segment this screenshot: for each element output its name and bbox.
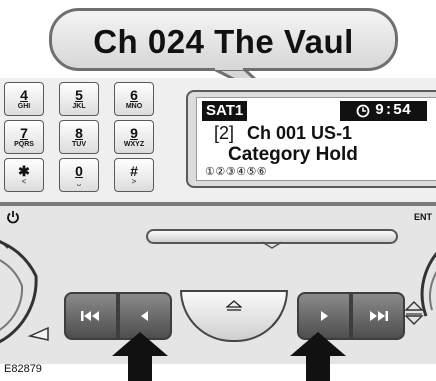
clock-icon <box>356 104 370 118</box>
keypad: 4 GHI 5 JKL 6 MNO 7 PQRS 8 TUV 9 WXYZ ✱ … <box>0 78 178 198</box>
radio-illustration: Ch 024 The Vaul 4 GHI 5 JKL 6 MNO 7 PQRS… <box>0 0 436 381</box>
channel-line: [2] Ch 001 US-1 <box>214 122 434 144</box>
band-badge: SAT1 <box>202 101 248 121</box>
cd-slot-notch <box>261 241 283 249</box>
key-6[interactable]: 6 MNO <box>114 82 154 116</box>
channel-name: Ch 001 US-1 <box>247 123 353 143</box>
step-left-icon <box>141 311 148 321</box>
key-star[interactable]: ✱ < <box>4 158 44 192</box>
eject-icon <box>226 300 242 311</box>
key-8[interactable]: 8 TUV <box>59 120 99 154</box>
clock-time: 9:54 <box>374 102 411 119</box>
arrow-pointer-left <box>112 332 168 381</box>
key-0[interactable]: 0 ⎵ <box>59 158 99 192</box>
skip-forward-icon <box>370 311 388 321</box>
seek-back-button[interactable] <box>64 292 118 340</box>
callout-channel-text: Ch 024 The Vaul <box>93 23 354 60</box>
mode-line: Category Hold <box>228 144 358 165</box>
key-7[interactable]: 7 PQRS <box>4 120 44 154</box>
key-9[interactable]: 9 WXYZ <box>114 120 154 154</box>
power-icon <box>7 211 19 224</box>
skip-back-icon <box>81 311 99 321</box>
key-5[interactable]: 5 JKL <box>59 82 99 116</box>
volume-knob[interactable] <box>0 206 60 356</box>
preset-indicators: ①②③④⑤⑥ <box>205 166 268 178</box>
step-right-icon <box>321 311 328 321</box>
key-hash[interactable]: # > <box>114 158 154 192</box>
clock-badge: 9:54 <box>340 101 427 121</box>
enter-label: ENT <box>414 212 432 222</box>
arrow-pointer-right <box>290 332 346 381</box>
preset-number: [2] <box>214 123 235 143</box>
key-4[interactable]: 4 GHI <box>4 82 44 116</box>
seek-forward-button[interactable] <box>351 292 405 340</box>
figure-id: E82879 <box>4 363 42 375</box>
